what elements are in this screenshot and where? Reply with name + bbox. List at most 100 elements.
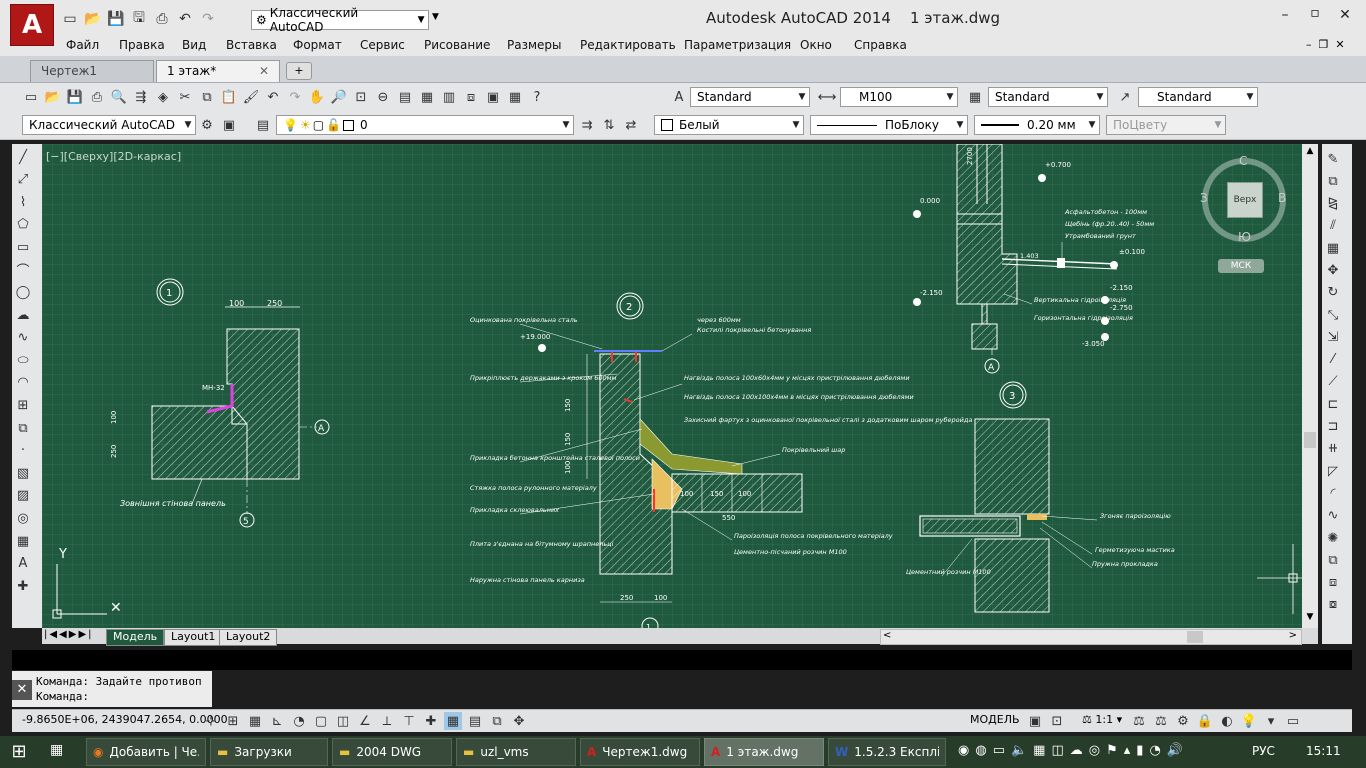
coordinates-readout[interactable]: -9.8650E+06, 2439047.2654, 0.0000: [22, 713, 228, 726]
calculator-pin-icon[interactable]: ▦: [50, 742, 70, 762]
annotation-monitor-icon[interactable]: ✥: [510, 712, 528, 730]
menu-10[interactable]: Параметризация: [684, 38, 791, 52]
infer-constraints-icon[interactable]: ⊹: [202, 712, 220, 730]
polygon-icon[interactable]: ⬠: [14, 216, 32, 234]
cut-icon[interactable]: ✂: [176, 88, 194, 106]
dim-style-combo[interactable]: M100 ▼: [840, 87, 958, 107]
paste-icon[interactable]: 📋: [220, 88, 238, 106]
isolate-objects-icon[interactable]: 💡: [1240, 712, 1258, 730]
properties-icon[interactable]: ▤: [396, 88, 414, 106]
scroll-up-icon[interactable]: ▲: [1303, 146, 1317, 156]
close-button[interactable]: ✕: [1330, 4, 1360, 26]
speaker-icon[interactable]: 🔊: [1167, 743, 1183, 758]
polyline-icon[interactable]: ⌇: [14, 193, 32, 211]
menu-11[interactable]: Окно: [800, 38, 832, 52]
chrome-icon[interactable]: ◎: [1089, 743, 1100, 758]
transparency-icon[interactable]: ▦: [444, 712, 462, 730]
menu-9[interactable]: Редактировать: [580, 38, 676, 52]
table-style-combo[interactable]: Standard ▼: [988, 87, 1108, 107]
taskbar-item-6[interactable]: A 1 этаж.dwg: [704, 738, 824, 766]
match-properties-icon[interactable]: 🖌: [242, 88, 260, 106]
new-tab-button[interactable]: +: [286, 62, 312, 80]
3d-osnap-icon[interactable]: ◫: [334, 712, 352, 730]
ellipse-arc-icon[interactable]: ◠: [14, 374, 32, 392]
menu-5[interactable]: Формат: [293, 38, 342, 52]
steam-icon[interactable]: ◉: [958, 743, 969, 758]
circle-icon[interactable]: ◯: [14, 284, 32, 302]
minimize-button[interactable]: –: [1270, 4, 1300, 26]
layer-previous-icon[interactable]: ⇅: [600, 116, 618, 134]
menu-7[interactable]: Рисование: [424, 38, 490, 52]
toolbar-lock-icon[interactable]: 🔒: [1196, 712, 1214, 730]
explode-icon[interactable]: ✺: [1324, 529, 1342, 547]
start-button[interactable]: ⊞: [6, 741, 32, 763]
layout-nav-arrows[interactable]: |◀◀▶▶|: [44, 629, 94, 640]
auto-scale-icon[interactable]: ⚖: [1152, 712, 1170, 730]
gear-icon[interactable]: ⚙: [198, 116, 216, 134]
workspace-combo-2[interactable]: Классический AutoCAD ▼: [22, 115, 196, 135]
viewcube-top-face[interactable]: Верх: [1227, 182, 1263, 218]
wifi-icon[interactable]: ◔: [1149, 743, 1160, 758]
stretch-icon[interactable]: ⇲: [1324, 328, 1342, 346]
layer-properties-icon[interactable]: ▤: [254, 116, 272, 134]
scroll-down-icon[interactable]: ▼: [1303, 612, 1317, 622]
lineweight-combo[interactable]: 0.20 мм ▼: [974, 115, 1100, 135]
bring-front-icon[interactable]: ⧈: [1324, 574, 1342, 592]
break-at-point-icon[interactable]: ⊏: [1324, 395, 1342, 413]
horizontal-scrollbar[interactable]: < >: [880, 629, 1302, 645]
ucs-menu[interactable]: МСК: [1218, 259, 1264, 273]
new-icon[interactable]: ▭: [22, 88, 40, 106]
arc-icon[interactable]: ⌒: [14, 261, 32, 279]
fillet-icon[interactable]: ◜: [1324, 484, 1342, 502]
open-icon[interactable]: 📂: [83, 9, 103, 29]
menu-2[interactable]: Правка: [119, 38, 165, 52]
taskbar-item-5[interactable]: A Чертеж1.dwg: [580, 738, 700, 766]
mleader-style-combo[interactable]: Standard ▼: [1138, 87, 1258, 107]
revision-cloud-icon[interactable]: ☁: [14, 306, 32, 324]
extend-icon[interactable]: ⟋: [1324, 373, 1342, 391]
tool-palettes-icon[interactable]: ▥: [440, 88, 458, 106]
close-tab-icon[interactable]: ✕: [259, 64, 269, 78]
scroll-thumb[interactable]: [1304, 432, 1316, 448]
table-icon[interactable]: ▦: [14, 532, 32, 550]
tab-drawing1[interactable]: Чертеж1: [30, 60, 154, 82]
markup-icon[interactable]: ▣: [484, 88, 502, 106]
scroll-thumb[interactable]: [1187, 631, 1203, 643]
tab-1-floor[interactable]: 1 этаж* ✕: [156, 60, 280, 82]
taskbar-item-4[interactable]: ▬ uzl_vms: [456, 738, 576, 766]
make-block-icon[interactable]: ⧉: [14, 419, 32, 437]
ellipse-icon[interactable]: ⬭: [14, 351, 32, 369]
join-icon[interactable]: ⧺: [1324, 440, 1342, 458]
ducs-icon[interactable]: ⟂: [378, 712, 396, 730]
offset-icon[interactable]: ⫽: [1324, 217, 1342, 235]
zoom-realtime-icon[interactable]: 🔎: [330, 88, 348, 106]
viewcube-south[interactable]: Ю: [1238, 230, 1251, 244]
erase-icon[interactable]: ✎: [1324, 150, 1342, 168]
taskbar-item-7[interactable]: W 1.5.2.3 Експлі...: [828, 738, 946, 766]
menu-8[interactable]: Размеры: [507, 38, 562, 52]
doc-window-controls[interactable]: – ❐ ✕: [1306, 38, 1345, 51]
layer-state-icon[interactable]: ⇄: [622, 116, 640, 134]
chamfer-icon[interactable]: ◸: [1324, 462, 1342, 480]
insert-block-icon[interactable]: ⊞: [14, 397, 32, 415]
break-icon[interactable]: ⊐: [1324, 418, 1342, 436]
workspace-combo[interactable]: ⚙ Классический AutoCAD ▼: [251, 6, 429, 34]
design-center-icon[interactable]: ▦: [418, 88, 436, 106]
close-icon[interactable]: ✕: [12, 680, 32, 700]
viewcube-east[interactable]: В: [1278, 191, 1286, 205]
polar-icon[interactable]: ◔: [290, 712, 308, 730]
send-back-icon[interactable]: ⧇: [1324, 596, 1342, 614]
flag-icon[interactable]: ⚑: [1106, 743, 1118, 758]
battery-icon[interactable]: ▮: [1136, 743, 1143, 758]
linetype-combo[interactable]: ПоБлоку ▼: [810, 115, 968, 135]
cloud-icon[interactable]: ☁: [1070, 743, 1083, 758]
viewport-controls[interactable]: [−][Сверху][2D-каркас]: [46, 150, 181, 163]
tray-app-icon[interactable]: ▦: [1033, 743, 1045, 758]
print-icon[interactable]: ⎙: [152, 9, 172, 29]
menu-6[interactable]: Сервис: [360, 38, 405, 52]
undo-icon[interactable]: ↶: [175, 9, 195, 29]
layer-combo[interactable]: 💡 ☀ ▢ 🔓 0 ▼: [276, 115, 574, 135]
construction-line-icon[interactable]: ⤢: [14, 171, 32, 189]
quick-view-drawings-icon[interactable]: ⊡: [1048, 712, 1066, 730]
taskbar-item-1[interactable]: ◉ Добавить | Че...: [86, 738, 206, 766]
